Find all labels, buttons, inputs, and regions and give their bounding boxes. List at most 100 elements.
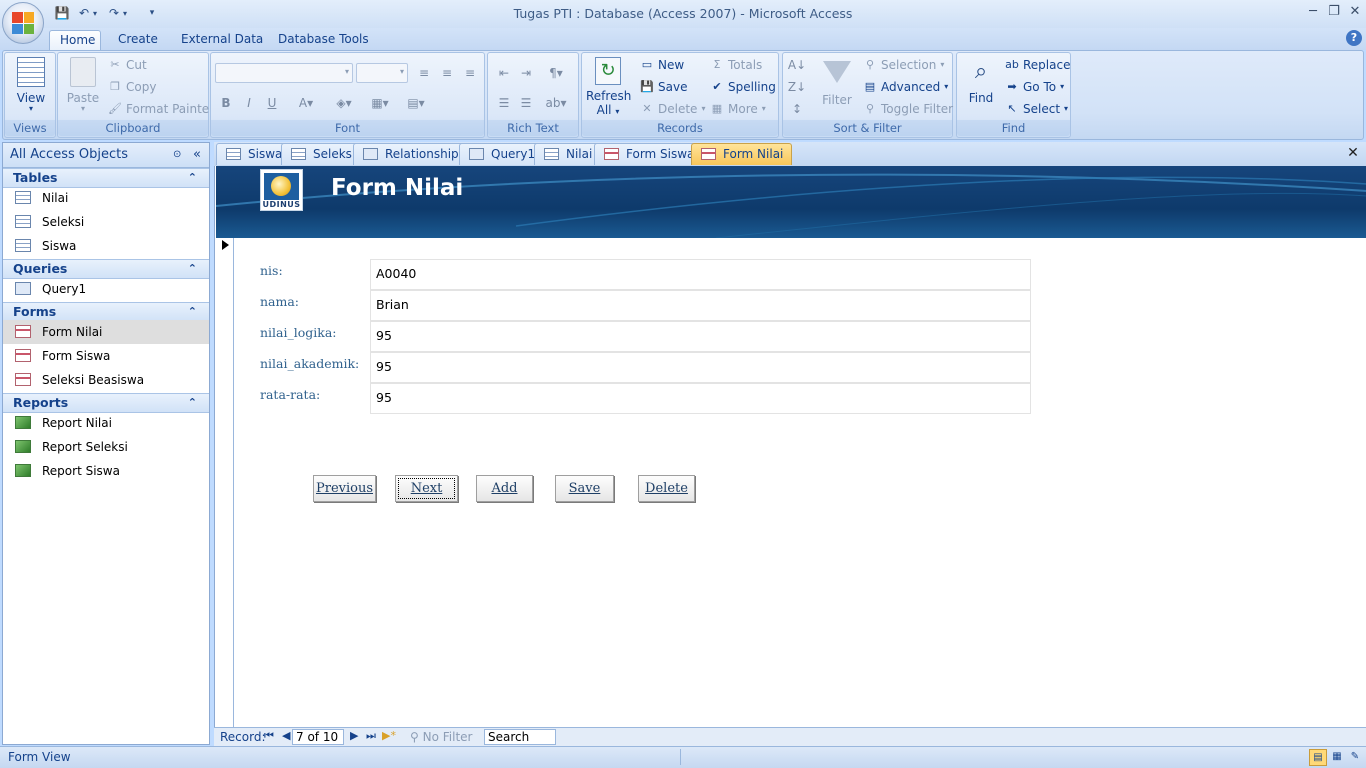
field-nama[interactable]: Brian: [370, 290, 1031, 321]
cut-button[interactable]: ✂ Cut: [108, 55, 146, 75]
last-record-icon[interactable]: ⏭: [366, 729, 376, 743]
nav-section-queries[interactable]: Queries ⌃: [3, 259, 209, 279]
nav-item-report-nilai[interactable]: Report Nilai: [3, 411, 209, 435]
next-record-icon[interactable]: ▶: [350, 729, 358, 742]
select-button[interactable]: ↖ Select ▾: [1005, 99, 1068, 119]
record-search-input[interactable]: Search: [484, 729, 556, 745]
font-size-select[interactable]: ▾: [356, 63, 408, 83]
paste-button[interactable]: Paste ▾: [64, 57, 102, 113]
goto-button[interactable]: ➡ Go To ▾: [1005, 77, 1064, 97]
sort-descending-icon[interactable]: Z↓: [787, 77, 807, 97]
view-button[interactable]: View ▾: [9, 57, 53, 113]
align-right-icon[interactable]: ≡: [460, 63, 480, 83]
delete-button[interactable]: Delete: [638, 475, 695, 502]
nav-item-table-nilai[interactable]: Nilai: [3, 186, 209, 210]
delete-record-button[interactable]: ✕ Delete ▾: [640, 99, 705, 119]
group-label-rich-text: Rich Text: [488, 120, 578, 136]
minimize-button[interactable]: ─: [1302, 2, 1324, 22]
sort-ascending-icon[interactable]: A↓: [787, 55, 807, 75]
refresh-all-button[interactable]: ↻ Refresh All ▾: [586, 57, 631, 119]
new-record-button[interactable]: ▭ New: [640, 55, 684, 75]
find-button[interactable]: ⌕ Find: [961, 57, 1001, 105]
add-button[interactable]: Add: [476, 475, 533, 502]
first-record-icon[interactable]: ⏮: [264, 729, 274, 743]
align-left-icon[interactable]: ≡: [414, 63, 434, 83]
layout-view-icon[interactable]: ▦: [1329, 749, 1345, 766]
new-record-nav-icon[interactable]: ▶*: [382, 729, 396, 742]
selection-button[interactable]: ⚲ Selection ▾: [863, 55, 944, 75]
tab-database-tools[interactable]: Database Tools: [268, 30, 379, 50]
nav-item-form-siswa[interactable]: Form Siswa: [3, 344, 209, 368]
previous-record-icon[interactable]: ◀: [282, 729, 290, 742]
doc-tab-form-nilai[interactable]: Form Nilai: [691, 143, 793, 165]
close-document-icon[interactable]: ✕: [1346, 145, 1360, 161]
advanced-button[interactable]: ▤ Advanced ▾: [863, 77, 949, 97]
nav-section-forms[interactable]: Forms ⌃: [3, 302, 209, 322]
field-nilai-logika[interactable]: 95: [370, 321, 1031, 352]
tab-home[interactable]: Home: [49, 30, 101, 50]
nav-menu-dropdown-icon[interactable]: ⊙: [173, 143, 181, 167]
record-selector[interactable]: [216, 238, 234, 727]
doc-tab-relationships[interactable]: Relationships: [353, 143, 474, 165]
current-record-input[interactable]: 7 of 10: [292, 729, 344, 745]
doc-tab-label: Form Siswa: [626, 147, 695, 161]
restore-button[interactable]: ❐: [1323, 2, 1345, 22]
no-filter-button[interactable]: ⚲ No Filter: [410, 730, 472, 744]
nav-item-report-siswa[interactable]: Report Siswa: [3, 459, 209, 483]
filter-button[interactable]: Filter: [817, 57, 857, 107]
field-nilai-akademik[interactable]: 95: [370, 352, 1031, 383]
replace-button[interactable]: ab Replace: [1005, 55, 1070, 75]
italic-icon[interactable]: I: [239, 93, 259, 113]
bold-icon[interactable]: B: [216, 93, 236, 113]
numbering-icon[interactable]: ☰: [494, 93, 514, 113]
font-color-icon[interactable]: A▾: [289, 93, 323, 113]
field-nis[interactable]: A0040: [370, 259, 1031, 290]
nav-item-report-seleksi[interactable]: Report Seleksi: [3, 435, 209, 459]
doc-tab-form-siswa[interactable]: Form Siswa: [594, 143, 704, 165]
nav-item-table-siswa[interactable]: Siswa: [3, 234, 209, 258]
doc-tab-nilai[interactable]: Nilai: [534, 143, 602, 165]
nav-section-tables[interactable]: Tables ⌃: [3, 168, 209, 188]
nav-item-seleksi-beasiswa[interactable]: Seleksi Beasiswa: [3, 368, 209, 392]
office-button[interactable]: [2, 2, 44, 44]
increase-indent-icon[interactable]: ⇥: [516, 63, 536, 83]
doc-tab-seleksi[interactable]: Seleksi: [281, 143, 365, 165]
bullets-icon[interactable]: ☰: [516, 93, 536, 113]
next-button[interactable]: Next: [395, 475, 458, 502]
format-painter-button[interactable]: 🖌 Format Painter: [108, 99, 214, 119]
nav-section-reports[interactable]: Reports ⌃: [3, 393, 209, 413]
nav-item-form-nilai[interactable]: Form Nilai: [3, 320, 209, 344]
underline-icon[interactable]: U: [262, 93, 282, 113]
paragraph-direction-icon[interactable]: ¶▾: [540, 63, 572, 83]
nav-item-table-seleksi[interactable]: Seleksi: [3, 210, 209, 234]
shutter-bar-close-icon[interactable]: «: [193, 143, 201, 167]
relationships-icon: [363, 148, 378, 160]
previous-button[interactable]: Previous: [313, 475, 376, 502]
doc-tab-query1[interactable]: Query1: [459, 143, 545, 165]
gridlines-icon[interactable]: ▦▾: [365, 93, 395, 113]
font-name-select[interactable]: ▾: [215, 63, 353, 83]
field-rata-rata[interactable]: 95: [370, 383, 1031, 414]
copy-button[interactable]: ❐ Copy: [108, 77, 156, 97]
clear-sort-icon[interactable]: ↕: [787, 99, 807, 119]
nav-item-query1[interactable]: Query1: [3, 277, 209, 301]
close-button[interactable]: ✕: [1344, 2, 1366, 22]
more-button[interactable]: ▦ More ▾: [710, 99, 766, 119]
tab-external-data[interactable]: External Data: [171, 30, 273, 50]
align-center-icon[interactable]: ≡: [437, 63, 457, 83]
toggle-filter-button[interactable]: ⚲ Toggle Filter: [863, 99, 953, 119]
save-record-button[interactable]: 💾 Save: [640, 77, 687, 97]
nav-pane-header[interactable]: All Access Objects ⊙ «: [3, 143, 209, 168]
design-view-icon[interactable]: ✎: [1347, 749, 1363, 766]
spelling-button[interactable]: ✔ Spelling: [710, 77, 775, 97]
highlight-icon[interactable]: ab▾: [540, 93, 572, 113]
decrease-indent-icon[interactable]: ⇤: [494, 63, 514, 83]
alternate-fill-icon[interactable]: ▤▾: [399, 93, 433, 113]
save-button[interactable]: Save: [555, 475, 614, 502]
binoculars-icon: ⌕: [974, 59, 988, 84]
form-view-icon[interactable]: ▤: [1309, 749, 1327, 766]
fill-color-icon[interactable]: ◈▾: [327, 93, 361, 113]
tab-create[interactable]: Create: [108, 30, 168, 50]
totals-button[interactable]: Σ Totals: [710, 55, 763, 75]
help-icon[interactable]: ?: [1346, 30, 1362, 46]
